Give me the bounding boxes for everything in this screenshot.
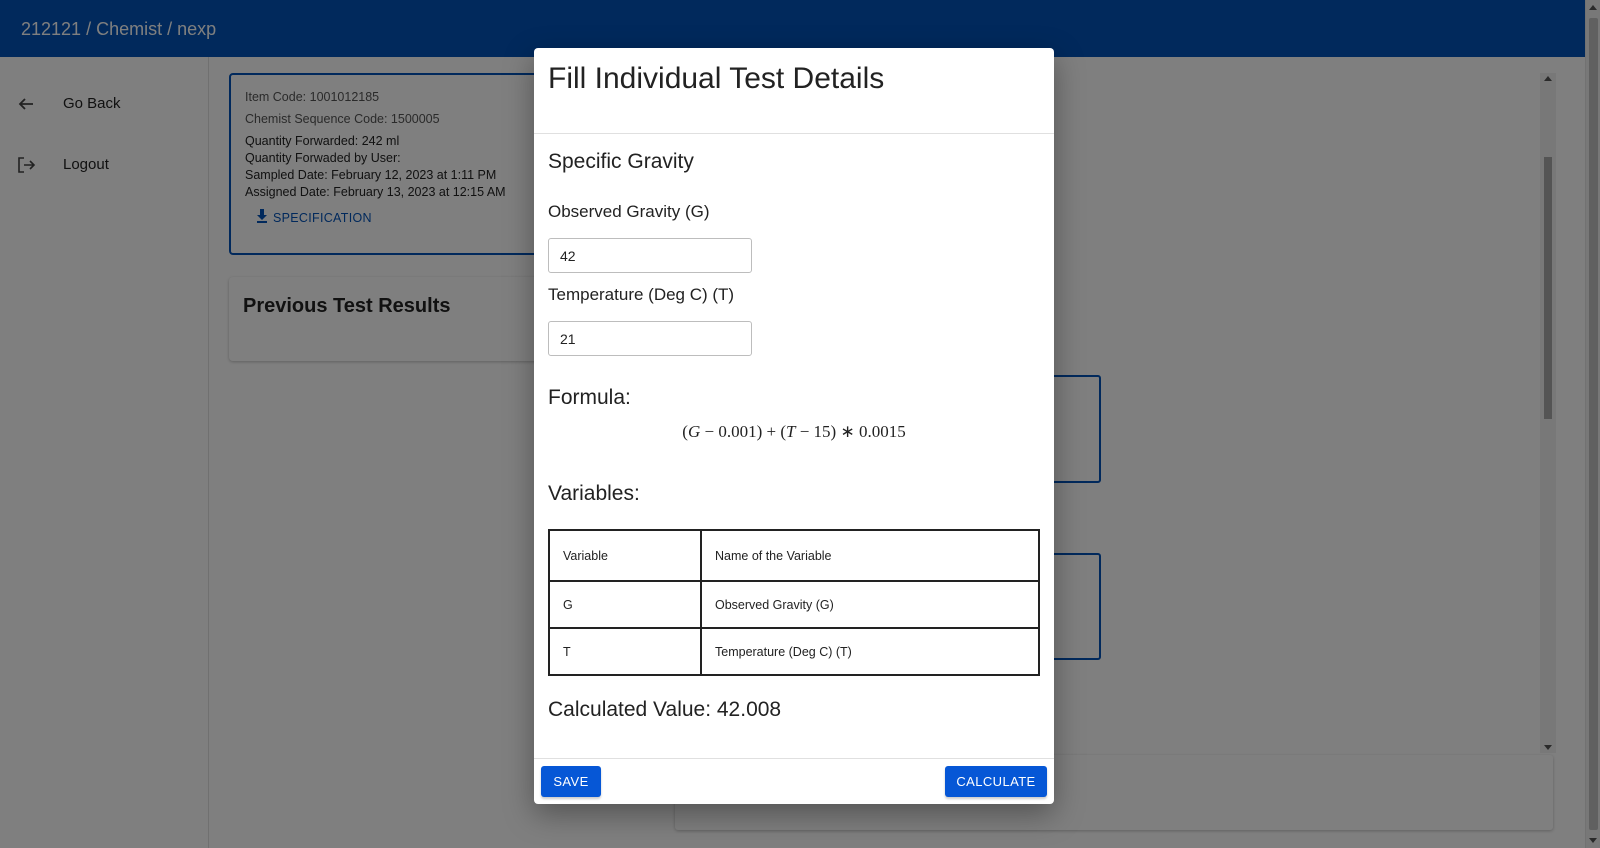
formula-heading: Formula:	[548, 386, 631, 409]
dialog-title: Fill Individual Test Details	[548, 62, 885, 95]
table-cell: Temperature (Deg C) (T)	[700, 627, 1040, 676]
formula-variable-g: G	[687, 422, 701, 441]
formula-part: − 0.001) + (	[700, 422, 786, 441]
observed-gravity-label: Observed Gravity (G)	[548, 202, 710, 221]
table-row: G Observed Gravity (G)	[548, 580, 1040, 629]
test-details-dialog: Fill Individual Test Details Specific Gr…	[534, 48, 1054, 804]
formula-expression: (G − 0.001) + (T − 15) ∗ 0.0015	[534, 422, 1054, 442]
table-header-cell: Variable	[548, 529, 702, 582]
divider	[534, 758, 1054, 759]
table-cell: G	[548, 580, 702, 629]
table-cell: T	[548, 627, 702, 676]
table-header-row: Variable Name of the Variable	[548, 529, 1040, 582]
observed-gravity-input[interactable]	[548, 238, 752, 273]
table-header-cell: Name of the Variable	[700, 529, 1040, 582]
variables-table: Variable Name of the Variable G Observed…	[548, 529, 1040, 676]
calculated-value: Calculated Value: 42.008	[548, 698, 782, 721]
divider	[534, 133, 1054, 134]
temperature-label: Temperature (Deg C) (T)	[548, 285, 735, 304]
table-row: T Temperature (Deg C) (T)	[548, 627, 1040, 676]
variables-heading: Variables:	[548, 482, 640, 505]
save-button[interactable]: SAVE	[541, 766, 601, 797]
formula-part: − 15) ∗ 0.0015	[795, 422, 906, 441]
test-name: Specific Gravity	[548, 150, 694, 173]
calculate-button[interactable]: CALCULATE	[945, 766, 1047, 797]
temperature-input[interactable]	[548, 321, 752, 356]
table-cell: Observed Gravity (G)	[700, 580, 1040, 629]
